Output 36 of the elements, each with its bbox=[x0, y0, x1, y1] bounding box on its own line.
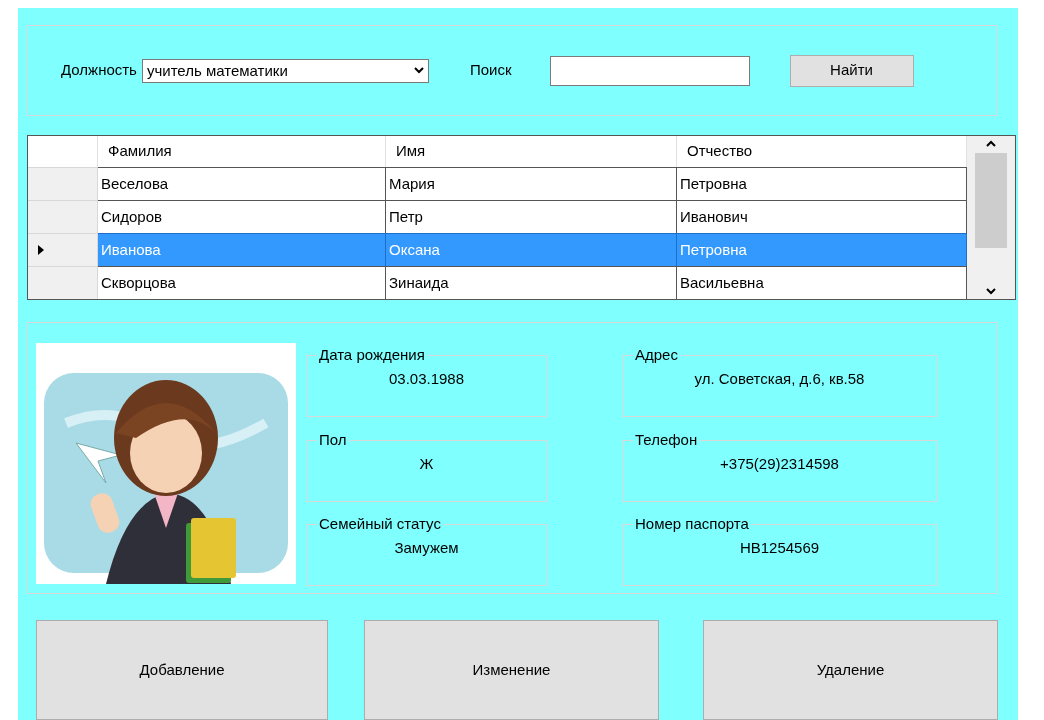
field-value: Ж bbox=[419, 454, 434, 474]
table-cell: Петровна bbox=[677, 233, 967, 267]
action-button[interactable]: Удаление bbox=[703, 620, 998, 720]
search-label: Поиск bbox=[469, 60, 512, 81]
field-value: НВ1254569 bbox=[739, 539, 820, 559]
row-header[interactable] bbox=[28, 266, 98, 299]
field-value: +375(29)2314598 bbox=[720, 454, 839, 474]
scroll-up-icon bbox=[986, 140, 996, 148]
table-cell: Зинаида bbox=[386, 266, 677, 299]
row-header[interactable] bbox=[28, 233, 98, 267]
table-cell: Иванович bbox=[677, 200, 967, 234]
row-header[interactable] bbox=[28, 167, 98, 201]
field-value: 03.03.1988 bbox=[388, 369, 465, 389]
table-cell: Петр bbox=[386, 200, 677, 234]
position-dropdown[interactable]: учитель математики bbox=[141, 58, 429, 83]
current-row-icon bbox=[38, 245, 44, 256]
find-button[interactable]: Найти bbox=[789, 54, 914, 87]
table-cell: Иванова bbox=[98, 233, 386, 267]
table-cell: Оксана bbox=[386, 233, 677, 267]
table-cell: Веселова bbox=[98, 167, 386, 201]
table-cell: Мария bbox=[386, 167, 677, 201]
table-cell: Васильевна bbox=[677, 266, 967, 299]
table-cell: Скворцова bbox=[98, 266, 386, 299]
search-field[interactable] bbox=[549, 55, 750, 86]
table-cell: Сидоров bbox=[98, 200, 386, 234]
field-value: Замужем bbox=[394, 539, 459, 559]
action-button[interactable]: Добавление bbox=[36, 620, 328, 720]
scrollbar[interactable] bbox=[967, 136, 1015, 299]
scroll-down-icon bbox=[986, 287, 996, 295]
row-header[interactable] bbox=[28, 200, 98, 234]
position-label: Должность bbox=[61, 60, 137, 81]
chevron-down-icon bbox=[413, 67, 424, 75]
table-cell: Петровна bbox=[677, 167, 967, 201]
field-value: ул. Советская, д.6, кв.58 bbox=[694, 369, 865, 389]
group-label: Семейный статус bbox=[317, 515, 443, 534]
action-button[interactable]: Изменение bbox=[364, 620, 659, 720]
